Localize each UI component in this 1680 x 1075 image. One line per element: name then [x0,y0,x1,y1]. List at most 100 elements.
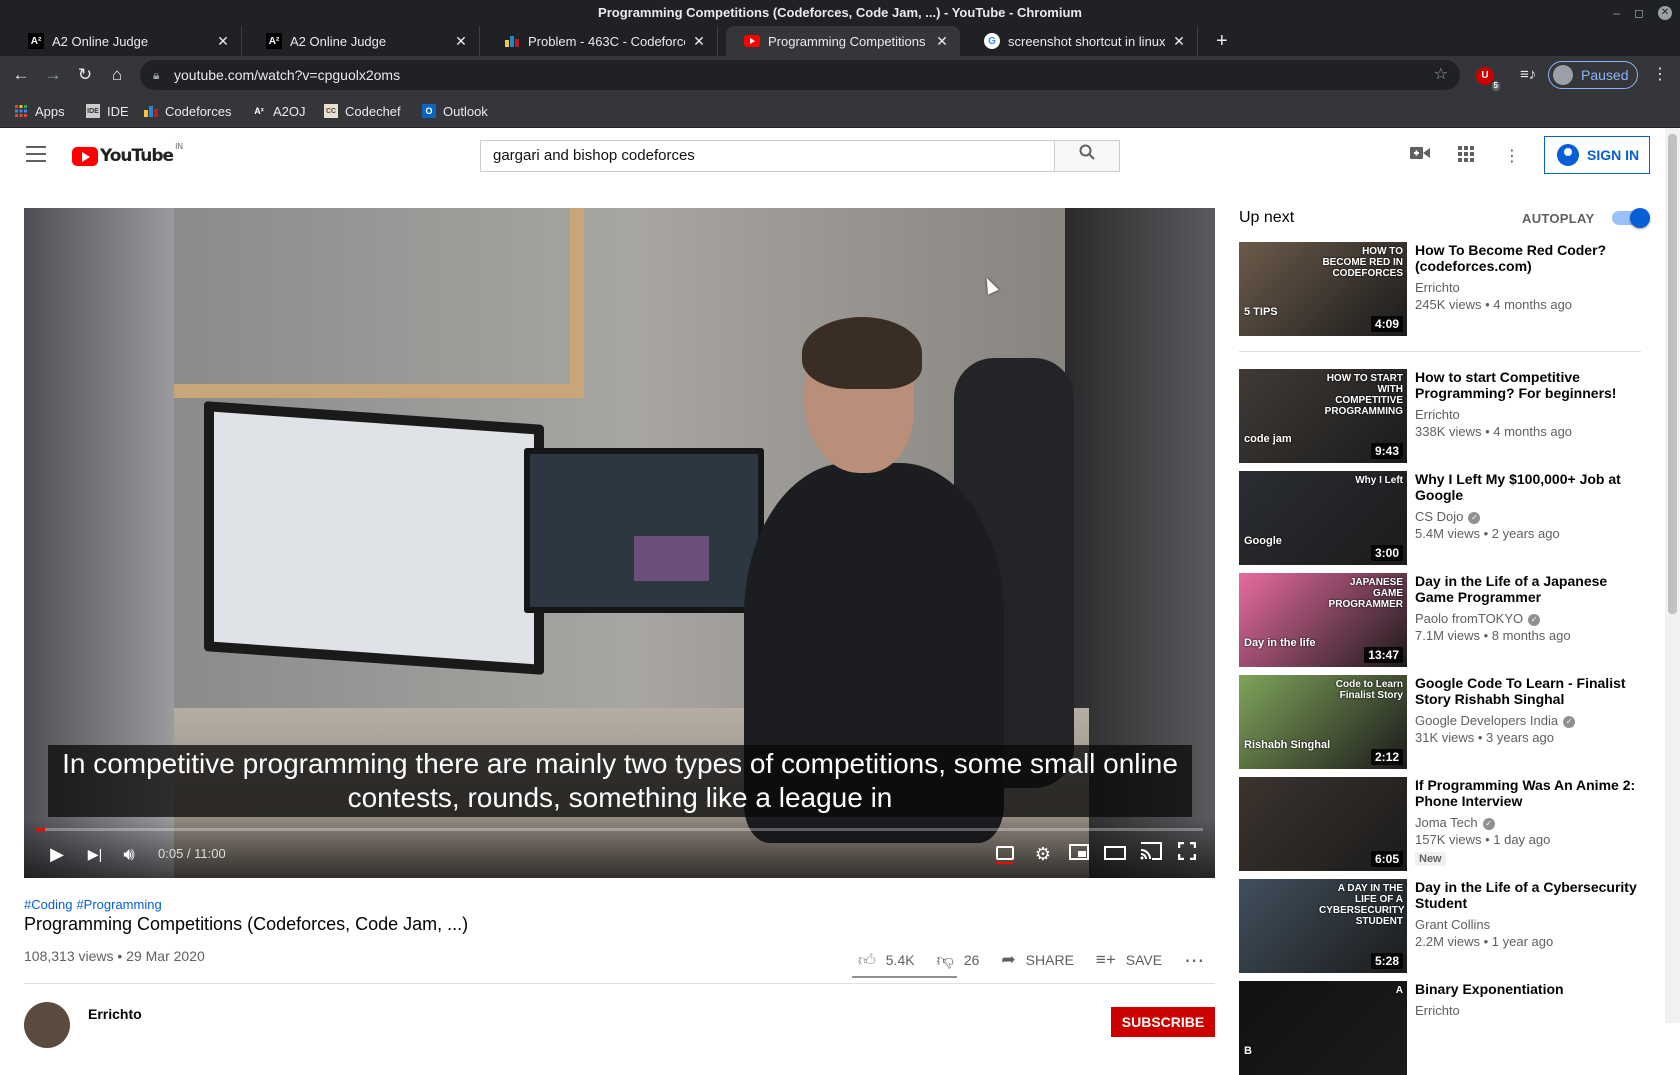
scrollbar-thumb[interactable] [1668,134,1677,614]
account-icon [1557,144,1579,166]
close-tab-icon[interactable]: ✕ [453,33,469,50]
recommended-channel[interactable]: Errichto [1415,280,1460,295]
bookmark-apps[interactable]: Apps [14,94,65,128]
video-thumbnail[interactable]: HOW TO START WITH COMPETITIVE PROGRAMMIN… [1239,369,1407,463]
volume-icon[interactable]: 🔊︎ [116,842,142,866]
bookmark-star-icon[interactable]: ☆ [1434,60,1448,90]
close-tab-icon[interactable]: ✕ [215,33,231,50]
profile-button[interactable]: Paused [1548,61,1638,89]
ublock-extension-icon[interactable]: U5 [1476,67,1500,91]
tab-a2oj-2[interactable]: A² A2 Online Judge ✕ [248,26,480,56]
video-thumbnail[interactable]: Why I Left Google 3:00 [1239,471,1407,565]
bookmark-ide[interactable]: IDE IDE [86,94,129,128]
recommended-title[interactable]: How To Become Red Coder? (codeforces.com… [1415,242,1639,274]
close-tab-icon[interactable]: ✕ [691,33,707,50]
tab-label: A2 Online Judge [290,33,387,49]
recommended-channel[interactable]: Joma Tech [1415,815,1478,830]
minimize-icon[interactable]: – [1613,0,1620,26]
recommended-title[interactable]: Google Code To Learn - Finalist Story Ri… [1415,675,1639,707]
create-video-icon[interactable] [1408,146,1432,166]
recommended-video[interactable]: Why I Left Google 3:00 Why I Left My $100,0… [1239,471,1639,565]
bookmark-codeforces[interactable]: Codeforces [144,94,231,128]
search-button[interactable] [1055,140,1120,172]
tab-codeforces[interactable]: Problem - 463C - Codeforces ✕ [486,26,718,56]
settings-gear-icon[interactable]: ⚙ [1030,842,1056,866]
tab-google-search[interactable]: G screenshot shortcut in linux m ✕ [966,26,1198,56]
recommended-video[interactable]: A DAY IN THE LIFE OF A CYBERSECURITY STU… [1239,879,1639,973]
hamburger-menu-icon[interactable] [26,146,46,162]
channel-avatar[interactable] [24,1002,70,1048]
progress-bar[interactable] [36,828,1203,831]
video-thumbnail[interactable]: A DAY IN THE LIFE OF A CYBERSECURITY STU… [1239,879,1407,973]
miniplayer-icon[interactable] [1066,842,1092,866]
recommended-channel[interactable]: Google Developers India [1415,713,1558,728]
chrome-menu-icon[interactable]: ⋮ [1652,64,1668,84]
close-tab-icon[interactable]: ✕ [1171,33,1187,50]
reload-icon[interactable]: ↻ [74,64,96,86]
autoplay-toggle[interactable] [1612,208,1650,228]
video-thumbnail[interactable]: HOW TO BECOME RED IN CODEFORCES 5 TIPS 4:0… [1239,242,1407,336]
apps-grid-icon[interactable] [1454,146,1478,166]
recommended-title[interactable]: Day in the Life of a Japanese Game Progr… [1415,573,1639,605]
thumbnail-text: B [1244,1045,1252,1057]
close-tab-icon[interactable]: ✕ [934,33,950,50]
recommended-channel[interactable]: CS Dojo [1415,509,1463,524]
autoplay-label: AUTOPLAY [1522,211,1595,226]
more-actions-icon[interactable]: ⋯ [1184,948,1214,973]
sign-in-button[interactable]: SIGN IN [1544,136,1650,174]
like-button[interactable]: 👍︎ 5.4K [858,950,915,971]
video-thumbnail[interactable]: Code to Learn Finalist Story Rishabh Sing… [1239,675,1407,769]
toggle-knob [1630,208,1650,228]
settings-dots-icon[interactable]: ⋮ [1500,146,1524,166]
recommended-video[interactable]: HOW TO BECOME RED IN CODEFORCES 5 TIPS 4:0… [1239,242,1639,336]
home-icon[interactable]: ⌂ [106,64,128,86]
recommended-video[interactable]: 6:05 If Programming Was An Anime 2: Phone… [1239,777,1639,871]
media-controls-icon[interactable]: ≡♪ [1520,66,1536,83]
next-icon[interactable]: ▶| [82,842,108,866]
theater-mode-icon[interactable] [1102,842,1128,866]
tab-a2oj-1[interactable]: A² A2 Online Judge ✕ [10,26,242,56]
recommended-video[interactable]: Code to Learn Finalist Story Rishabh Sing… [1239,675,1639,769]
save-button[interactable]: ≡+ SAVE [1096,950,1162,970]
forward-icon[interactable]: → [42,64,64,86]
subtitles-icon[interactable] [996,846,1014,864]
close-window-icon[interactable]: ✕ [1658,6,1672,20]
channel-name[interactable]: Errichto [88,1006,142,1022]
recommended-video[interactable]: JAPANESE GAME PROGRAMMER Day in the life 1… [1239,573,1639,667]
recommended-video[interactable]: HOW TO START WITH COMPETITIVE PROGRAMMIN… [1239,369,1639,463]
recommended-video[interactable]: A B Binary Exponentiation Errichto [1239,981,1639,1075]
fullscreen-icon[interactable] [1174,841,1200,866]
video-thumbnail[interactable]: 6:05 [1239,777,1407,871]
search-input[interactable]: gargari and bishop codeforces [480,140,1055,172]
recommended-title[interactable]: Day in the Life of a Cybersecurity Stude… [1415,879,1639,911]
subscribe-button[interactable]: SUBSCRIBE [1111,1007,1215,1037]
cast-icon[interactable] [1138,842,1164,866]
dislike-button[interactable]: 👎︎ 26 [937,950,980,971]
share-button[interactable]: ➦ SHARE [1001,950,1073,970]
video-thumbnail[interactable]: AB [1239,981,1407,1075]
video-player[interactable]: In competitive programming there are mai… [24,208,1215,878]
time-display: 0:05 / 11:00 [158,846,226,861]
maximize-icon[interactable]: ◻ [1634,0,1644,26]
recommended-title[interactable]: How to start Competitive Programming? Fo… [1415,369,1639,401]
bookmark-a2oj[interactable]: A² A2OJ [252,94,305,128]
play-icon[interactable]: ▶ [44,842,70,866]
recommended-channel[interactable]: Errichto [1415,1003,1460,1018]
video-thumbnail[interactable]: JAPANESE GAME PROGRAMMER Day in the life 1… [1239,573,1407,667]
recommended-title[interactable]: If Programming Was An Anime 2: Phone Int… [1415,777,1639,809]
hashtag-link[interactable]: #Coding [24,897,72,912]
recommended-channel[interactable]: Paolo fromTOKYO [1415,611,1523,626]
recommended-title[interactable]: Why I Left My $100,000+ Job at Google [1415,471,1639,503]
recommended-title[interactable]: Binary Exponentiation [1415,981,1639,997]
recommended-channel[interactable]: Errichto [1415,407,1460,422]
new-tab-icon[interactable]: + [1216,26,1228,56]
recommended-channel[interactable]: Grant Collins [1415,917,1490,932]
page-scrollbar[interactable] [1665,128,1680,1023]
tab-youtube-active[interactable]: Programming Competitions (C ✕ [726,26,960,56]
youtube-logo[interactable]: YouTube IN [72,142,183,166]
back-icon[interactable]: ← [10,64,32,86]
bookmark-outlook[interactable]: O Outlook [422,94,488,128]
address-bar[interactable]: 🔒︎ youtube.com/watch?v=cpguolx2oms ☆ [140,60,1460,90]
bookmark-codechef[interactable]: CC Codechef [324,94,401,128]
hashtag-link[interactable]: #Programming [76,897,161,912]
